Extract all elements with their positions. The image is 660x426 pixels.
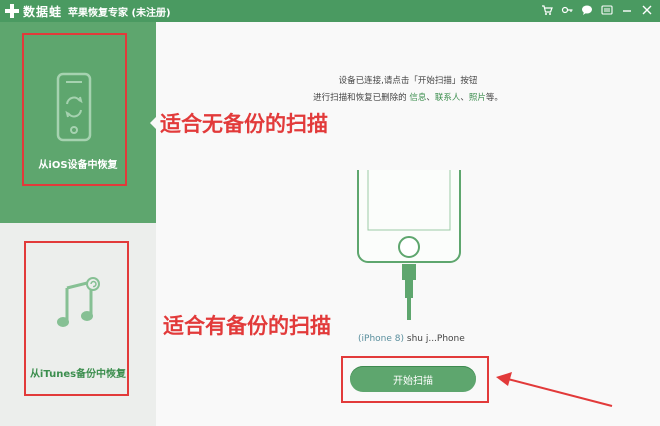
brand-name: 数据蛙 <box>23 4 63 19</box>
window-title: 苹果恢复专家 (未注册) <box>68 8 171 19</box>
device-owner: shu j...Phone <box>406 334 465 344</box>
sidebar-pointer <box>150 113 160 133</box>
close-icon[interactable] <box>640 3 654 17</box>
chat-icon[interactable] <box>580 3 594 17</box>
minimize-icon[interactable] <box>620 3 634 17</box>
link-messages[interactable]: 信息 <box>409 93 426 103</box>
menu-icon[interactable] <box>600 3 614 17</box>
titlebar-controls <box>540 3 654 17</box>
connection-notice: 设备已连接,请点击「开始扫描」按钮 进行扫描和恢复已删除的 信息、联系人、照片等… <box>156 73 660 107</box>
key-icon[interactable] <box>560 3 574 17</box>
highlight-box <box>22 33 127 186</box>
annotation-with-backup: 适合有备份的扫描 <box>163 314 331 338</box>
highlight-box <box>24 241 129 396</box>
notice-line-1: 设备已连接,请点击「开始扫描」按钮 <box>338 76 478 86</box>
notice-line-2: 进行扫描和恢复已删除的 信息、联系人、照片等。 <box>313 93 503 103</box>
link-photos[interactable]: 照片 <box>469 93 486 103</box>
link-contacts[interactable]: 联系人 <box>435 93 461 103</box>
device-name-label: (iPhone 8) shu j...Phone <box>358 334 465 344</box>
arrow-annotation <box>496 372 613 407</box>
title-bar: 数据蛙 苹果恢复专家 (未注册) <box>0 0 660 22</box>
cart-icon[interactable] <box>540 3 554 17</box>
app-logo: 数据蛙 <box>4 2 62 20</box>
start-scan-button[interactable]: 开始扫描 <box>350 366 476 392</box>
annotation-no-backup: 适合无备份的扫描 <box>160 112 328 136</box>
logo-icon <box>5 4 19 18</box>
iphone-device-illustration <box>357 170 461 320</box>
device-model: (iPhone 8) <box>358 334 404 344</box>
